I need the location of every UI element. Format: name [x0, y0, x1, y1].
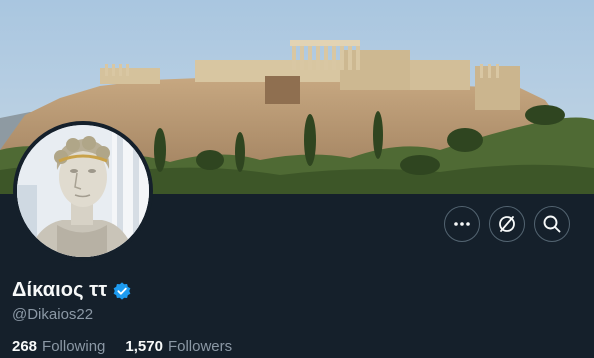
followers-count: 1,570 [125, 338, 163, 355]
more-button[interactable] [444, 206, 480, 242]
following-link[interactable]: 268 Following [12, 338, 105, 355]
unfollow-circle-icon [499, 216, 515, 232]
profile-stats: 268 Following 1,570 Followers [12, 338, 232, 355]
search-button[interactable] [534, 206, 570, 242]
profile-avatar[interactable] [13, 121, 153, 261]
profile-actions [444, 206, 570, 242]
greek-statue-avatar-image [17, 125, 149, 257]
more-horizontal-icon [454, 222, 470, 226]
following-count: 268 [12, 338, 38, 355]
following-label: Following [42, 338, 106, 355]
profile-handle: @Dikaios22 [12, 306, 94, 323]
followers-label: Followers [167, 338, 233, 355]
display-name: Δίκαιος ττ [12, 279, 108, 301]
search-icon [543, 215, 561, 233]
verified-badge-icon[interactable] [112, 281, 132, 301]
profile-name-row: Δίκαιος ττ [12, 279, 132, 302]
unfollow-button[interactable] [489, 206, 525, 242]
followers-link[interactable]: 1,570 Followers [125, 338, 232, 355]
